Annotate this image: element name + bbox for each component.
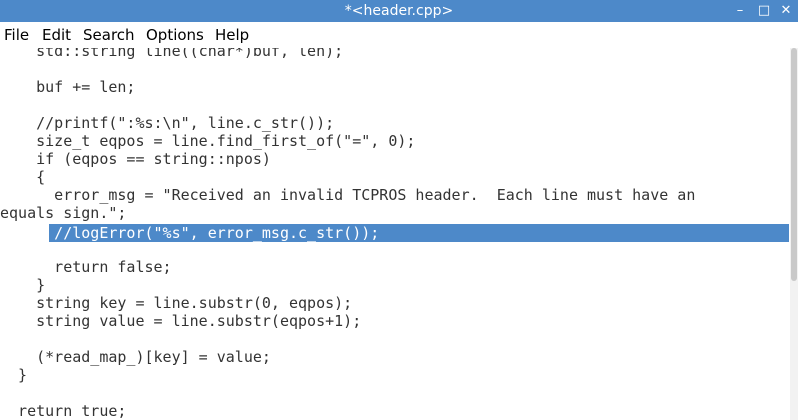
menu-bar: File Edit Search Options Help xyxy=(0,22,798,48)
menu-help[interactable]: Help xyxy=(215,27,249,44)
maximize-icon[interactable]: □ xyxy=(756,3,772,19)
code-line[interactable]: std::string line((char*)buf, len); xyxy=(0,48,343,60)
code-line[interactable]: string key = line.substr(0, eqpos); xyxy=(0,294,352,312)
code-line[interactable]: } xyxy=(0,276,45,294)
code-line[interactable]: if (eqpos == string::npos) xyxy=(0,150,271,168)
code-line[interactable]: return true; xyxy=(0,402,126,420)
menu-search[interactable]: Search xyxy=(83,27,135,44)
code-line[interactable]: return false; xyxy=(0,258,171,276)
code-line[interactable]: error_msg = "Received an invalid TCPROS … xyxy=(0,186,695,204)
code-line[interactable]: } xyxy=(0,366,27,384)
close-icon[interactable]: ✕ xyxy=(778,3,794,19)
minimize-icon[interactable]: – xyxy=(732,3,748,19)
code-line[interactable]: equals sign."; xyxy=(0,204,126,222)
scrollbar-thumb[interactable] xyxy=(791,48,797,281)
title-bar: *<header.cpp> – □ ✕ xyxy=(0,0,798,22)
code-line[interactable]: //printf(":%s:\n", line.c_str()); xyxy=(0,114,334,132)
code-line[interactable]: { xyxy=(0,168,45,186)
code-line[interactable]: (*read_map_)[key] = value; xyxy=(0,348,271,366)
vertical-scrollbar[interactable] xyxy=(790,48,798,420)
menu-edit[interactable]: Edit xyxy=(42,27,71,44)
code-line[interactable]: buf += len; xyxy=(0,78,135,96)
menu-file[interactable]: File xyxy=(4,27,29,44)
code-line[interactable]: size_t eqpos = line.find_first_of("=", 0… xyxy=(0,132,415,150)
code-line[interactable]: string value = line.substr(eqpos+1); xyxy=(0,312,361,330)
menu-options[interactable]: Options xyxy=(146,27,204,44)
code-editor[interactable]: std::string line((char*)buf, len); buf +… xyxy=(0,48,790,420)
code-line-selected[interactable]: //logError("%s", error_msg.c_str()); xyxy=(0,224,379,242)
window-title: *<header.cpp> xyxy=(344,3,454,19)
